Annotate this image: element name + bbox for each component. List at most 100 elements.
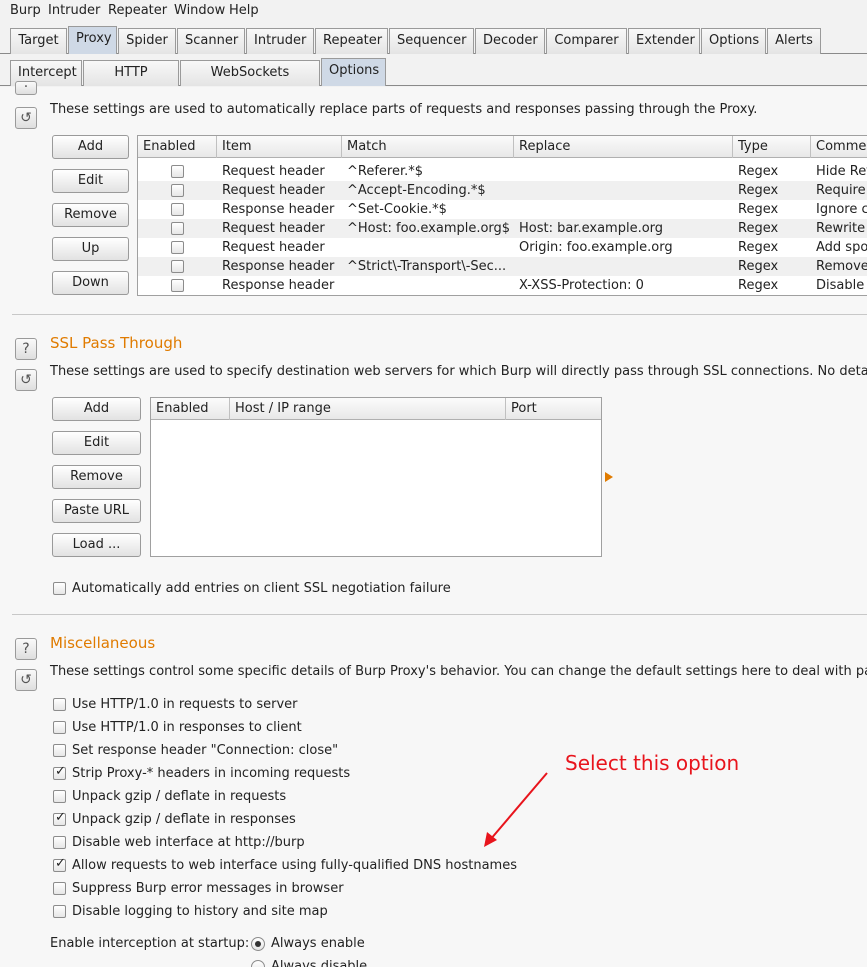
misc-option-checkbox[interactable] [53, 905, 66, 918]
column-host-ip-range[interactable]: Host / IP range [230, 398, 506, 420]
restore-defaults-icon[interactable]: ↺ [15, 107, 37, 129]
misc-option-checkbox[interactable] [53, 790, 66, 803]
help-icon[interactable]: ? [15, 338, 37, 360]
tab-options[interactable]: Options [701, 28, 766, 54]
table-row[interactable]: Request header ^Referer.*$ Regex Hide Ref [138, 162, 867, 181]
misc-option-checkbox[interactable] [53, 764, 66, 780]
cell-item: Request header [222, 164, 325, 179]
subtab-http-history[interactable]: HTTP history [83, 60, 179, 104]
row-enabled-checkbox[interactable] [171, 260, 184, 273]
tab-proxy[interactable]: Proxy [68, 26, 117, 54]
match-replace-down-button[interactable]: Down [52, 271, 129, 295]
match-replace-table[interactable]: Enabled Item Match Replace Type Comment … [137, 135, 867, 296]
tab-scanner[interactable]: Scanner [177, 28, 245, 54]
cell-match: ^Host: foo.example.org$ [347, 221, 511, 236]
table-header: Enabled Host / IP range Port [151, 398, 601, 420]
tab-extender[interactable]: Extender [628, 28, 700, 54]
help-icon[interactable]: ? [15, 638, 37, 660]
tab-repeater[interactable]: Repeater [315, 28, 388, 54]
column-type[interactable]: Type [733, 136, 811, 158]
cell-comment: Ignore c [816, 202, 867, 217]
misc-option-checkbox[interactable] [53, 698, 66, 711]
ssl-remove-button[interactable]: Remove [52, 465, 141, 489]
misc-option-checkbox[interactable] [53, 810, 66, 826]
cell-type: Regex [738, 259, 779, 274]
auto-add-ssl-checkbox[interactable] [53, 582, 66, 595]
column-match[interactable]: Match [342, 136, 514, 158]
subtab-websockets-history[interactable]: WebSockets history [180, 60, 320, 104]
tab-decoder[interactable]: Decoder [475, 28, 545, 54]
misc-option-label: Set response header "Connection: close" [72, 743, 339, 758]
cell-comment: Hide Ref [816, 164, 867, 179]
cell-match [342, 238, 514, 257]
restore-defaults-icon[interactable]: ↺ [15, 369, 37, 391]
menu-burp[interactable]: Burp [10, 3, 41, 18]
ssl-pass-through-description: These settings are used to specify desti… [50, 364, 867, 379]
row-enabled-checkbox[interactable] [171, 184, 184, 197]
menu-help[interactable]: Help [229, 3, 259, 18]
restore-defaults-icon[interactable]: ↺ [15, 669, 37, 691]
cell-item: Request header [222, 221, 325, 236]
row-enabled-checkbox[interactable] [171, 203, 184, 216]
misc-option-label: Use HTTP/1.0 in responses to client [72, 720, 302, 735]
ssl-add-button[interactable]: Add [52, 397, 141, 421]
row-enabled-checkbox[interactable] [171, 241, 184, 254]
misc-option-checkbox[interactable] [53, 744, 66, 757]
always-enable-radio[interactable] [251, 937, 265, 951]
column-enabled[interactable]: Enabled [151, 398, 230, 420]
cell-replace [514, 200, 733, 219]
auto-add-ssl-label: Automatically add entries on client SSL … [72, 581, 451, 596]
match-replace-add-button[interactable]: Add [52, 135, 129, 159]
match-replace-edit-button[interactable]: Edit [52, 169, 129, 193]
match-replace-up-button[interactable]: Up [52, 237, 129, 261]
tab-alerts[interactable]: Alerts [767, 28, 821, 54]
row-enabled-checkbox[interactable] [171, 279, 184, 292]
cell-comment: Disable [816, 278, 865, 293]
ssl-edit-button[interactable]: Edit [52, 431, 141, 455]
table-row[interactable]: Response header ^Strict\-Transport\-Sec..… [138, 257, 867, 276]
column-port[interactable]: Port [506, 398, 601, 420]
tab-target[interactable]: Target [10, 28, 67, 54]
cell-comment: Require [816, 183, 866, 198]
row-enabled-checkbox[interactable] [171, 222, 184, 235]
menu-intruder[interactable]: Intruder [48, 3, 100, 18]
table-row[interactable]: Response header X-XSS-Protection: 0 Regex D… [138, 276, 867, 295]
table-row[interactable]: Response header ^Set-Cookie.*$ Regex Ignore… [138, 200, 867, 219]
subtab-options[interactable]: Options [321, 58, 386, 86]
always-disable-label: Always disable [271, 959, 368, 967]
always-disable-radio[interactable] [251, 960, 265, 967]
ssl-pass-through-table[interactable]: Enabled Host / IP range Port [150, 397, 602, 557]
column-replace[interactable]: Replace [514, 136, 733, 158]
main-tab-bar: Target Proxy Spider Scanner Intruder Rep… [0, 24, 867, 54]
row-enabled-checkbox[interactable] [171, 165, 184, 178]
tab-comparer[interactable]: Comparer [546, 28, 627, 54]
misc-option-checkbox[interactable] [53, 882, 66, 895]
miscellaneous-title: Miscellaneous [50, 634, 156, 652]
cell-type: Regex [738, 164, 779, 179]
ssl-load-button[interactable]: Load ... [52, 533, 141, 557]
tab-spider[interactable]: Spider [118, 28, 176, 54]
cell-match: ^Strict\-Transport\-Sec... [347, 259, 507, 274]
options-content: · ↺ These settings are used to automatic… [0, 80, 867, 967]
misc-option-checkbox[interactable] [53, 836, 66, 849]
tab-sequencer[interactable]: Sequencer [389, 28, 474, 54]
ssl-paste-url-button[interactable]: Paste URL [52, 499, 141, 523]
misc-option-checkbox[interactable] [53, 721, 66, 734]
help-icon[interactable]: · [15, 80, 37, 95]
cell-match: ^Set-Cookie.*$ [347, 202, 447, 217]
cell-type: Regex [738, 183, 779, 198]
misc-option-checkbox[interactable] [53, 856, 66, 872]
menu-window[interactable]: Window [174, 3, 225, 18]
match-replace-remove-button[interactable]: Remove [52, 203, 129, 227]
column-item[interactable]: Item [217, 136, 342, 158]
table-row[interactable]: Request header ^Accept-Encoding.*$ Regex Re… [138, 181, 867, 200]
table-row[interactable]: Request header Origin: foo.example.org Reg… [138, 238, 867, 257]
expand-arrow-icon[interactable] [605, 472, 613, 482]
column-enabled[interactable]: Enabled [138, 136, 217, 158]
cell-item: Request header [222, 183, 325, 198]
tab-intruder[interactable]: Intruder [246, 28, 314, 54]
menu-repeater[interactable]: Repeater [108, 3, 167, 18]
column-comment[interactable]: Comment [811, 136, 867, 158]
table-row[interactable]: Request header ^Host: foo.example.org$ Hos… [138, 219, 867, 238]
cell-replace: Host: bar.example.org [519, 221, 664, 236]
